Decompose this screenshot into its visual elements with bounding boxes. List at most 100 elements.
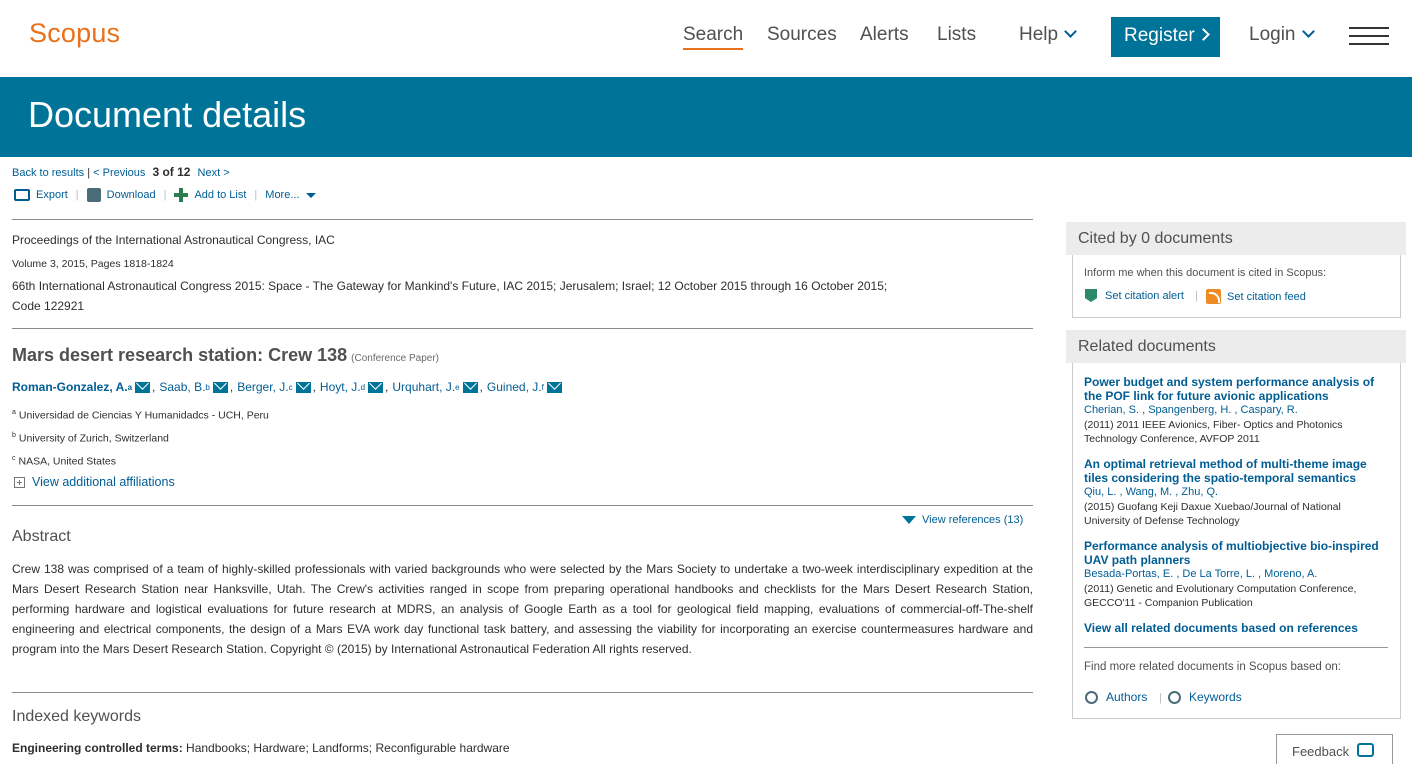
title-text: Mars desert research station: Crew 138 (12, 345, 348, 365)
nav-sources[interactable]: Sources (767, 24, 837, 46)
back-to-results-link[interactable]: Back to results (12, 167, 84, 179)
search-icon (1085, 690, 1098, 704)
conference-info: 66th International Astronautical Congres… (12, 279, 888, 293)
related-doc-title[interactable]: An optimal retrieval method of multi-the… (1084, 457, 1384, 485)
author-link[interactable]: Roman-Gonzalez, A. a (12, 380, 151, 394)
author-link[interactable]: Urquhart, J. e (392, 380, 478, 394)
plus-icon (174, 188, 189, 202)
chevron-down-icon (1064, 25, 1077, 38)
terms-values: Handbooks; Hardware; Landforms; Reconfig… (186, 741, 510, 755)
conference-code: Code 122921 (12, 299, 85, 313)
register-button[interactable]: Register (1111, 17, 1220, 57)
cited-by-heading: Cited by 0 documents (1066, 222, 1406, 255)
chevron-right-icon (1196, 28, 1210, 41)
related-documents-heading: Related documents (1066, 330, 1406, 363)
author-link[interactable]: Hoyt, J. d (320, 380, 384, 394)
related-doc-authors[interactable]: Besada-Portas, E. , De La Torre, L. , Mo… (1084, 568, 1317, 580)
author-link[interactable]: Guined, J. f (487, 380, 562, 394)
bell-icon (1085, 289, 1097, 302)
view-all-related-link[interactable]: View all related documents based on refe… (1084, 621, 1384, 635)
terms-label: Engineering controlled terms: (12, 741, 183, 755)
caret-down-icon (305, 192, 316, 198)
set-citation-alert[interactable]: Set citation alert (1085, 289, 1184, 302)
view-references-link[interactable]: View references (13) (902, 514, 1023, 526)
more-dropdown[interactable]: More... (265, 189, 316, 201)
results-navigation: Back to results | < Previous 3 of 12 Nex… (12, 165, 230, 179)
cited-by-panel (1072, 255, 1401, 318)
journal-name: Proceedings of the International Astrona… (12, 233, 335, 247)
nav-lists[interactable]: Lists (937, 24, 976, 46)
email-icon[interactable] (295, 381, 311, 393)
rss-icon (1206, 289, 1221, 304)
email-icon[interactable] (135, 381, 151, 393)
download-button[interactable]: Download (86, 188, 156, 202)
authors-link[interactable]: Authors (1085, 690, 1147, 704)
search-icon (1168, 690, 1181, 704)
related-doc-authors[interactable]: Cherian, S. , Spangenberg, H. , Caspary,… (1084, 404, 1298, 416)
register-label: Register (1124, 25, 1195, 46)
export-icon (14, 189, 30, 201)
keywords-heading: Indexed keywords (12, 708, 141, 725)
related-doc-title[interactable]: Power budget and system performance anal… (1084, 375, 1384, 403)
related-doc-title[interactable]: Performance analysis of multiobjective b… (1084, 539, 1384, 567)
volume-info: Volume 3, 2015, Pages 1818-1824 (12, 258, 174, 270)
divider (12, 505, 1033, 506)
caret-down-icon (902, 516, 916, 524)
page-banner: Document details (0, 77, 1412, 157)
add-to-list-label: Add to List (194, 189, 247, 201)
affiliation: a Universidad de Ciencias Y Humanidadcs -… (12, 409, 269, 422)
email-icon[interactable] (368, 381, 384, 393)
feedback-label: Feedback (1292, 744, 1350, 759)
separator: | (1195, 290, 1198, 302)
separator: | (87, 167, 91, 179)
related-doc-source: (2011) Genetic and Evolutionary Computat… (1084, 583, 1357, 609)
email-icon[interactable] (212, 381, 228, 393)
next-link[interactable]: Next > (198, 167, 230, 179)
divider (1084, 647, 1388, 648)
email-icon[interactable] (546, 381, 562, 393)
page-title: Document details (28, 94, 307, 135)
chevron-down-icon (1301, 25, 1315, 38)
previous-link[interactable]: < Previous (93, 167, 145, 179)
feedback-button[interactable]: Feedback (1276, 734, 1393, 764)
download-icon (86, 188, 101, 202)
chat-icon (1357, 743, 1375, 757)
engineering-terms: Engineering controlled terms: Handbooks;… (12, 741, 510, 755)
set-citation-feed[interactable]: Set citation feed (1206, 289, 1306, 304)
nav-login[interactable]: Login (1249, 24, 1315, 46)
add-to-list-button[interactable]: Add to List (174, 188, 246, 202)
help-label: Help (1019, 24, 1059, 45)
affiliation: c NASA, United States (12, 455, 116, 468)
more-label: More... (265, 189, 300, 201)
author-link[interactable]: Saab, B. b (159, 380, 228, 394)
export-button[interactable]: Export (14, 189, 68, 201)
abstract-text: Crew 138 was comprised of a team of high… (12, 562, 1033, 656)
view-additional-affiliations[interactable]: View additional affiliations (14, 475, 175, 489)
divider (12, 692, 1033, 693)
related-doc-authors[interactable]: Qiu, L. , Wang, M. , Zhu, Q. (1084, 486, 1218, 498)
document-title: Mars desert research station: Crew 138 (C… (12, 345, 439, 366)
nav-search[interactable]: Search (683, 24, 744, 50)
download-label: Download (106, 189, 156, 201)
affiliation: b University of Zurich, Switzerland (12, 432, 169, 445)
author-list: Roman-Gonzalez, A. a, Saab, B. b, Berger, … (12, 380, 562, 394)
export-label: Export (36, 189, 68, 201)
document-type: (Conference Paper) (351, 353, 439, 364)
nav-help[interactable]: Help (1019, 24, 1077, 46)
divider (12, 219, 1033, 220)
related-doc-source: (2011) 2011 IEEE Avionics, Fiber- Optics… (1084, 419, 1343, 445)
abstract-heading: Abstract (12, 528, 71, 545)
login-label: Login (1249, 24, 1296, 45)
author-link[interactable]: Berger, J. c (237, 380, 311, 394)
separator: | (1159, 692, 1162, 704)
keywords-link[interactable]: Keywords (1168, 690, 1242, 704)
nav-alerts[interactable]: Alerts (860, 24, 909, 46)
find-more-text: Find more related documents in Scopus ba… (1084, 661, 1341, 673)
inform-text: Inform me when this document is cited in… (1084, 267, 1327, 279)
expand-icon (14, 476, 25, 488)
document-toolbar: Export | Download | Add to List | More..… (14, 188, 316, 202)
email-icon[interactable] (462, 381, 478, 393)
result-position: 3 of 12 (152, 165, 191, 179)
menu-icon[interactable] (1349, 27, 1389, 45)
scopus-logo[interactable]: Scopus (29, 18, 120, 49)
